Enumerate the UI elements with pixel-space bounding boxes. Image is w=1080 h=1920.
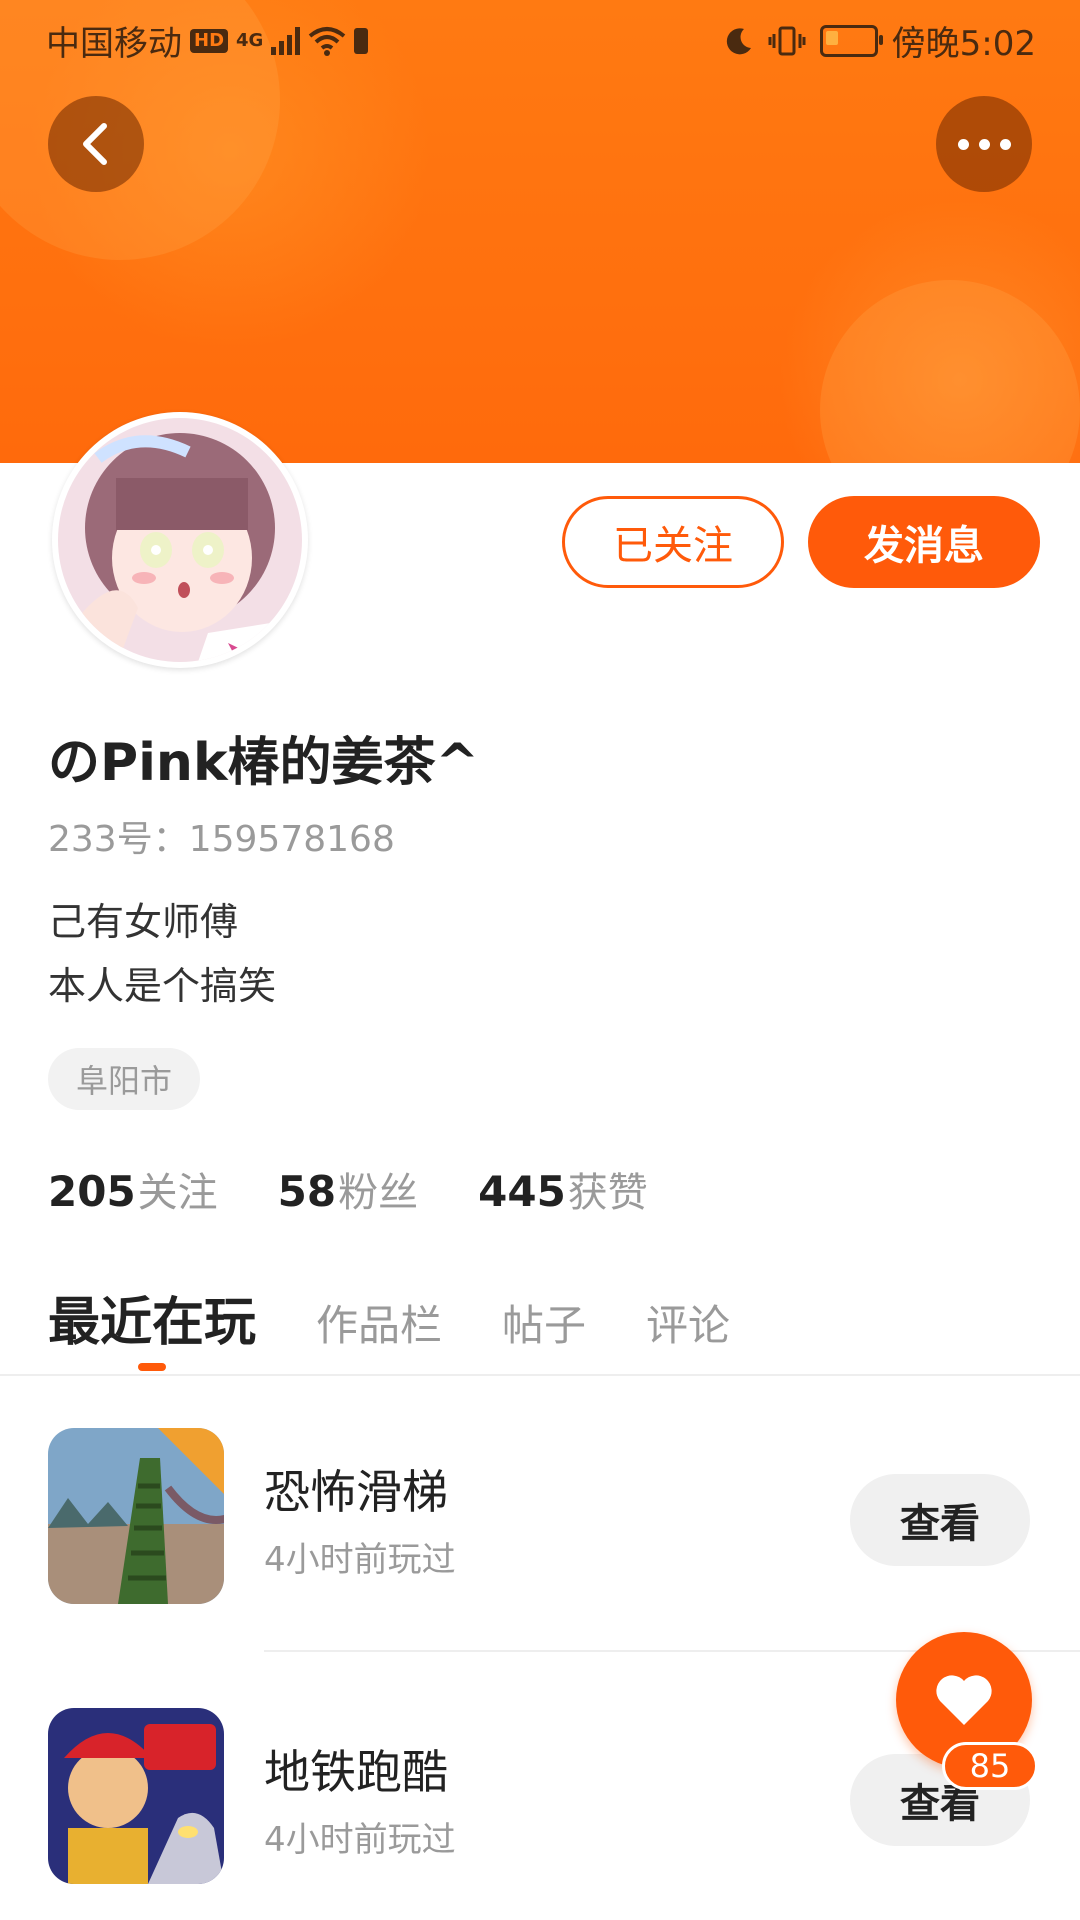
game-title: 恐怖滑梯: [264, 1465, 448, 1519]
tab-recently-played[interactable]: 最近在玩: [48, 1280, 256, 1355]
game-played-time: 4小时前玩过: [264, 1540, 456, 1580]
subway-surfers-icon: [48, 1708, 224, 1884]
signal-icon: [271, 26, 301, 55]
stat-number: 205: [48, 1167, 136, 1216]
more-options-button[interactable]: [936, 96, 1032, 192]
chevron-left-icon: [83, 123, 107, 165]
bio: 己有女师傅 本人是个搞笑: [48, 890, 276, 1018]
stats-row: 205 关注 58 粉丝 445 获赞: [48, 1160, 648, 1218]
tab-comments[interactable]: 评论: [646, 1292, 730, 1353]
stat-label: 关注: [137, 1170, 218, 1216]
status-bar: 中国移动 HD 4G 傍晚5:02: [0, 0, 1080, 78]
tab-posts[interactable]: 帖子: [502, 1292, 586, 1353]
stat-number: 58: [277, 1167, 337, 1216]
network-type-label: 4G: [236, 30, 264, 51]
wifi-icon: [309, 26, 346, 56]
stat-likes[interactable]: 445 获赞: [478, 1160, 648, 1218]
tab-works[interactable]: 作品栏: [316, 1292, 442, 1353]
profile-tabs: 最近在玩 作品栏 帖子 评论: [48, 1280, 730, 1355]
back-button[interactable]: [48, 96, 144, 192]
like-count-badge: 85: [942, 1742, 1038, 1790]
battery-icon: [819, 24, 883, 57]
anime-girl-avatar: [58, 418, 302, 662]
horror-slide-icon: [48, 1428, 224, 1604]
stat-following[interactable]: 205 关注: [48, 1160, 218, 1218]
divider: [0, 1374, 1080, 1376]
game-list-item[interactable]: 恐怖滑梯 4小时前玩过 查看: [0, 1420, 1080, 1620]
battery-saver-icon: [354, 27, 369, 54]
user-id: 233号：159578168: [48, 819, 395, 860]
banner-decoration: [820, 280, 1080, 463]
following-button[interactable]: 已关注: [562, 496, 784, 588]
more-dots-icon: [957, 138, 1011, 150]
moon-icon: [726, 27, 751, 54]
stat-fans[interactable]: 58 粉丝: [278, 1160, 418, 1218]
clock-label: 傍晚5:02: [891, 24, 1036, 64]
avatar[interactable]: [52, 412, 308, 668]
stat-label: 获赞: [567, 1170, 648, 1216]
bio-line: 本人是个搞笑: [48, 964, 277, 1008]
stat-number: 445: [478, 1167, 566, 1216]
location-tag: 阜阳市: [48, 1048, 201, 1110]
carrier-label: 中国移动: [46, 24, 182, 64]
vibrate-icon: [768, 26, 806, 55]
nickname: のPink椿的姜茶^: [48, 733, 480, 793]
send-message-button[interactable]: 发消息: [808, 496, 1040, 588]
bio-line: 己有女师傅: [48, 900, 239, 944]
hd-icon: HD: [190, 28, 229, 53]
heart-icon: [936, 1675, 992, 1725]
stat-label: 粉丝: [338, 1170, 419, 1216]
view-game-button[interactable]: 查看: [850, 1474, 1030, 1566]
game-title: 地铁跑酷: [264, 1745, 448, 1799]
game-played-time: 4小时前玩过: [264, 1820, 456, 1860]
active-tab-indicator: [138, 1363, 166, 1371]
